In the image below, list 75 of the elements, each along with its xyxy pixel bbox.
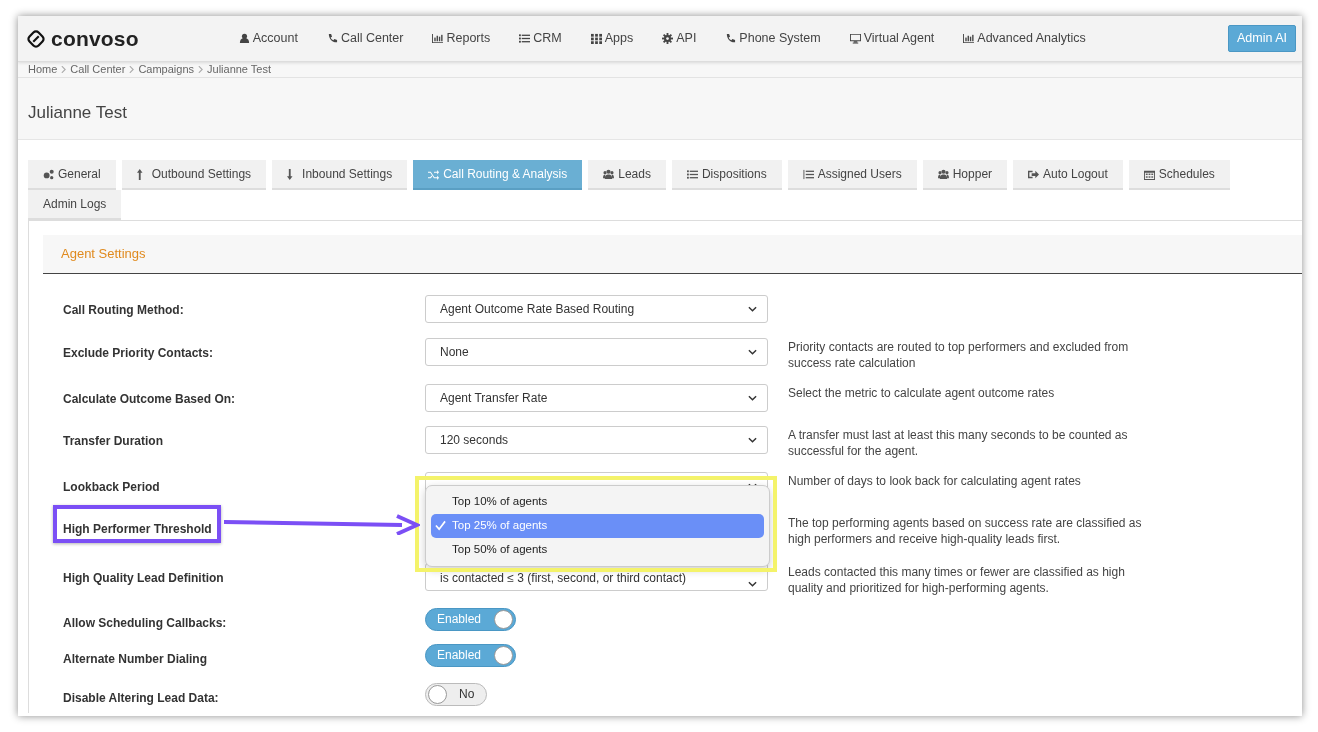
setting-label: Transfer Duration	[63, 432, 164, 450]
nav-link[interactable]: CRM	[519, 29, 562, 48]
breadcrumb-link[interactable]: Home	[28, 63, 58, 76]
breadcrumb-current: Julianne Test	[207, 63, 272, 76]
setting-label: High Performer Threshold	[63, 520, 212, 538]
select-field[interactable]: Agent Outcome Rate Based Routing	[425, 294, 768, 323]
users-icon	[603, 168, 615, 180]
phone-icon	[725, 33, 737, 44]
bar-chart-icon	[963, 33, 975, 44]
breadcrumb-link[interactable]: Campaigns	[138, 63, 194, 76]
tab[interactable]: Admin Logs	[28, 190, 122, 220]
chevron-icon	[61, 66, 67, 73]
tab[interactable]: Auto Logout	[1013, 160, 1123, 190]
tab[interactable]: General	[28, 160, 116, 190]
grid-icon	[590, 33, 602, 44]
logo-text: convoso	[51, 25, 139, 52]
page-title: Julianne Test	[28, 103, 127, 122]
select-field[interactable]: Agent Transfer Rate	[425, 383, 768, 412]
nav-link[interactable]: Reports	[432, 29, 491, 48]
help-text: Select the metric to calculate agent outcome rates	[788, 384, 1056, 401]
user-icon	[238, 33, 250, 44]
tab[interactable]: Dispositions	[671, 160, 782, 190]
toggle-switch[interactable]: No	[425, 682, 487, 706]
help-text: Number of days to look back for calculating agent rates	[788, 472, 1082, 489]
users-icon	[937, 168, 949, 180]
chevron-icon	[748, 580, 757, 587]
dropdown-option[interactable]: Top 50% of agents	[431, 537, 764, 562]
nav-link[interactable]: Call Center	[326, 29, 404, 48]
help-text: The top performing agents based on success rate are classified as high performers and receive high-quality leads first.	[788, 514, 1143, 547]
help-text: Leads contacted this many times or fewer are classified as high quality and prioritized for high-performing agents.	[788, 563, 1126, 596]
nav-link[interactable]: API	[662, 29, 697, 48]
nav-link[interactable]: Phone System	[725, 29, 821, 48]
tab[interactable]: Outbound Settings	[121, 160, 267, 190]
chevron-icon	[198, 66, 203, 73]
setting-label: Disable Altering Lead Data:	[63, 689, 219, 707]
nav-link[interactable]: Virtual Agent	[849, 29, 935, 48]
breadcrumb-link[interactable]: Call Center	[70, 63, 126, 76]
setting-label: Call Routing Method:	[63, 301, 184, 319]
logout-icon	[1028, 168, 1040, 180]
tab[interactable]: Schedules	[1128, 160, 1230, 190]
list-icon	[686, 168, 698, 180]
phone-icon	[326, 33, 338, 44]
setting-label: Alternate Number Dialing	[63, 650, 208, 668]
tab[interactable]: Assigned Users	[787, 160, 917, 190]
chevron-icon	[748, 348, 757, 355]
calendar-icon	[1143, 168, 1155, 180]
list-icon	[802, 168, 814, 180]
shuffle-icon	[428, 168, 440, 180]
bar-chart-icon	[432, 33, 444, 44]
setting-label: Lookback Period	[63, 478, 160, 496]
select-field[interactable]: None	[425, 337, 768, 366]
help-text: A transfer must last at least this many seconds to be counted as successful for the agent.	[788, 426, 1129, 459]
dropdown-option[interactable]: Top 10% of agents	[431, 489, 764, 514]
chevron-icon	[129, 66, 135, 73]
setting-label: Allow Scheduling Callbacks:	[63, 614, 227, 632]
nav-link[interactable]: Account	[238, 29, 298, 48]
nav-link[interactable]: Advanced Analytics	[963, 29, 1086, 48]
logo-icon	[25, 27, 47, 50]
setting-label: Calculate Outcome Based On:	[63, 390, 236, 408]
chevron-icon	[748, 394, 757, 401]
chevron-icon	[748, 436, 757, 443]
setting-label: High Quality Lead Definition	[63, 569, 224, 587]
list-icon	[519, 33, 531, 44]
monitor-icon	[849, 33, 861, 44]
tab[interactable]: Leads	[588, 160, 666, 190]
nav-link[interactable]: Apps	[590, 29, 634, 48]
chevron-icon	[748, 305, 757, 312]
select-field[interactable]: 120 seconds	[425, 425, 768, 454]
setting-label: Exclude Priority Contacts:	[63, 344, 214, 362]
help-text: Priority contacts are routed to top performers and excluded from success rate calculation	[788, 338, 1130, 371]
tab[interactable]: Hopper	[922, 160, 1008, 190]
settings-icon	[662, 33, 674, 44]
section-header: Agent Settings	[43, 235, 1302, 274]
tab[interactable]: Inbound Settings	[272, 160, 408, 190]
gears-icon	[43, 168, 54, 180]
